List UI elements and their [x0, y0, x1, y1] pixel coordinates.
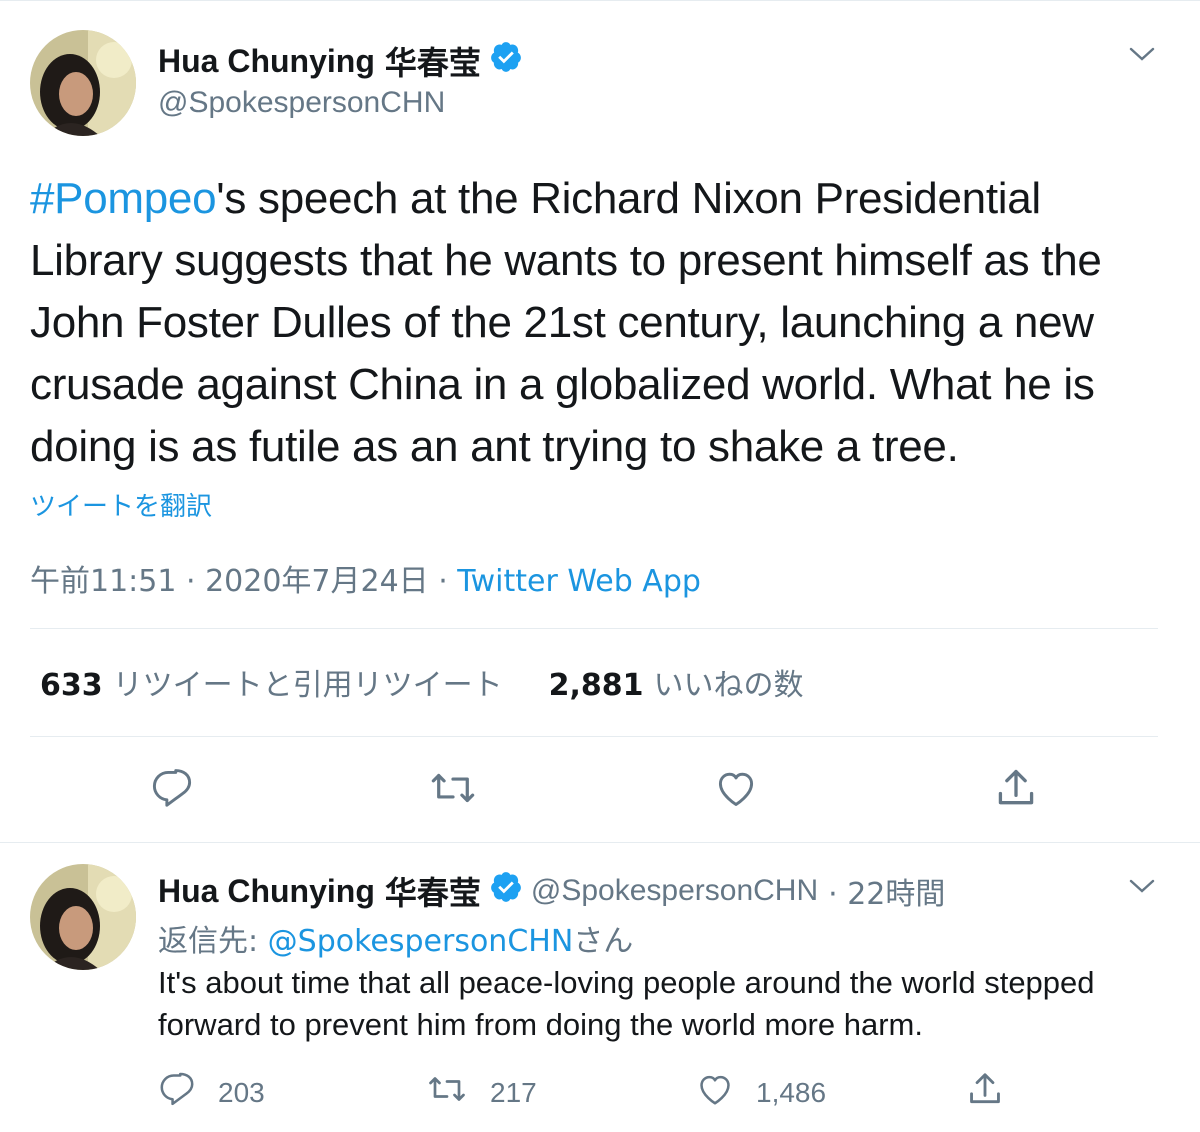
- reply-time[interactable]: · 22時間: [828, 869, 945, 913]
- timestamp[interactable]: 午前11:51 · 2020年7月24日 ·: [30, 564, 457, 599]
- tweet-text: #Pompeo's speech at the Richard Nixon Pr…: [30, 168, 1170, 478]
- engagement-stats: 633 リツイートと引用リツイート 2,881 いいねの数: [40, 660, 804, 704]
- likes-stat[interactable]: 2,881 いいねの数: [549, 668, 804, 703]
- like-count: 1,486: [756, 1076, 827, 1108]
- likes-label: いいねの数: [653, 668, 804, 703]
- reply-author-handle[interactable]: @SpokespersonCHN: [531, 874, 818, 908]
- verified-badge-icon: [489, 40, 523, 82]
- author-handle[interactable]: @SpokespersonCHN: [158, 86, 445, 120]
- verified-badge-icon: [489, 870, 523, 912]
- replying-to-label: 返信先:: [158, 924, 268, 959]
- retweets-stat[interactable]: 633 リツイートと引用リツイート: [40, 668, 503, 703]
- retweet-icon[interactable]: [428, 766, 478, 815]
- heart-icon[interactable]: [714, 766, 758, 815]
- chevron-down-icon[interactable]: [1128, 44, 1156, 69]
- replying-to: 返信先: @SpokespersonCHNさん: [158, 916, 633, 960]
- author-avatar[interactable]: [30, 30, 136, 136]
- retweets-count: 633: [40, 668, 103, 703]
- reply-author-avatar[interactable]: [30, 864, 136, 970]
- like-button[interactable]: 1,486: [696, 1070, 826, 1115]
- reply-bubble-icon: [158, 1070, 196, 1115]
- reply-count: 203: [218, 1076, 265, 1108]
- replying-to-handle[interactable]: @SpokespersonCHN: [268, 924, 574, 959]
- tweet-separator: [0, 842, 1200, 843]
- divider: [30, 628, 1158, 629]
- share-button[interactable]: [966, 1070, 1004, 1115]
- chevron-down-icon[interactable]: [1128, 876, 1156, 901]
- author-name-cjk[interactable]: 华春莹: [385, 38, 481, 84]
- author-name-row: Hua Chunying 华春莹: [158, 38, 523, 84]
- heart-icon: [696, 1070, 734, 1115]
- reply-bubble-icon[interactable]: [150, 766, 194, 815]
- action-bar: [0, 766, 1200, 816]
- reply-text: It's about time that all peace-loving pe…: [158, 965, 1095, 1042]
- retweet-icon: [426, 1070, 468, 1115]
- replying-to-suffix: さん: [573, 924, 634, 959]
- source-app-link[interactable]: Twitter Web App: [457, 564, 701, 599]
- retweet-button[interactable]: 217: [426, 1070, 537, 1115]
- share-icon[interactable]: [994, 766, 1038, 815]
- divider: [30, 736, 1158, 737]
- reply-header: Hua Chunying 华春莹 @SpokespersonCHN · 22時間: [158, 868, 945, 914]
- reply-author-name-cjk[interactable]: 华春莹: [385, 868, 481, 914]
- reply-author-name[interactable]: Hua Chunying: [158, 873, 375, 910]
- retweets-label: リツイートと引用リツイート: [112, 668, 503, 703]
- translate-tweet-link[interactable]: ツイートを翻訳: [30, 486, 212, 523]
- reply-button[interactable]: 203: [158, 1070, 265, 1115]
- retweet-count: 217: [490, 1076, 537, 1108]
- reply-action-bar: 203 217 1,486: [0, 1070, 1200, 1114]
- tweet-metadata: 午前11:51 · 2020年7月24日 · Twitter Web App: [30, 556, 701, 600]
- hashtag-link[interactable]: #Pompeo: [30, 174, 217, 223]
- likes-count: 2,881: [548, 668, 644, 703]
- share-icon: [966, 1070, 1004, 1115]
- top-border: [0, 0, 1200, 1]
- author-name[interactable]: Hua Chunying: [158, 43, 375, 80]
